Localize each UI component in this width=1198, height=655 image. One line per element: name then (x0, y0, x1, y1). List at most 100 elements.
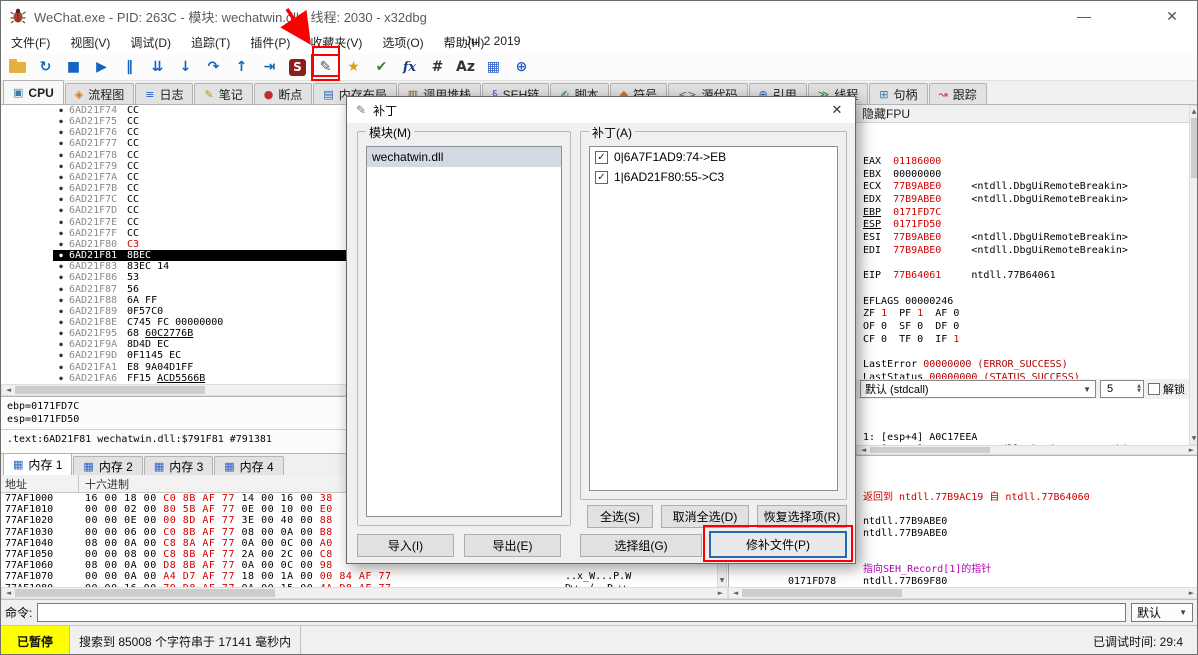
patch-dialog-titlebar[interactable]: ✎ 补丁 ✕ (347, 97, 855, 123)
patch-icon[interactable]: ✎ (313, 56, 338, 79)
breakpoint-dot[interactable]: ● (53, 261, 69, 272)
stack-row[interactable]: 0171FD78 00000000 (729, 564, 1197, 587)
breakpoint-dot[interactable]: ● (53, 306, 69, 317)
menu-favourites[interactable]: 收藏夹(V) (300, 31, 372, 54)
check-icon[interactable]: ✔ (369, 56, 394, 79)
tab-notes[interactable]: ✎ 笔记 (194, 83, 253, 104)
menu-view[interactable]: 视图(V) (60, 31, 120, 54)
command-combo[interactable]: 默认 ▼ (1131, 603, 1193, 622)
scroll-thumb[interactable] (15, 386, 205, 394)
arg-line[interactable]: 1: [esp+4] A0C17EEA (863, 432, 1189, 444)
open-file-icon[interactable] (5, 56, 30, 79)
tab-trace[interactable]: ↝ 跟踪 (928, 83, 987, 104)
menu-trace[interactable]: 追踪(T) (181, 31, 240, 54)
scroll-thumb[interactable] (1191, 118, 1197, 178)
scroll-right-icon[interactable]: ► (1185, 446, 1197, 454)
tab-dump-1[interactable]: ▦ 内存 1 (3, 453, 73, 475)
pause-icon[interactable]: ‖ (117, 56, 142, 79)
tab-dump-2[interactable]: ▦ 内存 2 (73, 456, 143, 475)
menu-file[interactable]: 文件(F) (1, 31, 60, 54)
tab-dump-3[interactable]: ▦ 内存 3 (143, 456, 214, 475)
tab-handles[interactable]: ⊞ 句柄 (869, 83, 928, 104)
dump-row[interactable]: 77AF1070 00 00 0A 00 A4 D7 AF 77 18 00 1… (1, 571, 728, 582)
stop-icon[interactable]: ■ (61, 56, 86, 79)
minimize-button[interactable]: — (1067, 1, 1101, 31)
stack-hscrollbar[interactable]: ◄ ► (728, 587, 1197, 599)
register-line[interactable]: EBP 0171FD7C (863, 207, 1189, 220)
step-over-icon[interactable]: ↷ (201, 56, 226, 79)
register-line[interactable]: EBX 00000000 (863, 169, 1189, 182)
command-input[interactable] (37, 603, 1126, 622)
tab-cpu[interactable]: ▣ CPU (3, 80, 64, 104)
breakpoint-dot[interactable]: ● (53, 138, 69, 149)
breakpoint-dot[interactable]: ● (53, 127, 69, 138)
scroll-right-icon[interactable]: ► (1185, 588, 1197, 598)
arg-count-stepper[interactable]: 5 ▲ ▼ (1100, 380, 1144, 398)
scroll-down-icon[interactable]: ▼ (718, 575, 726, 586)
breakpoint-dot[interactable]: ● (53, 328, 69, 339)
close-button[interactable]: ✕ (1155, 1, 1189, 31)
breakpoint-dot[interactable]: ● (53, 272, 69, 283)
patch-item[interactable]: ✓ 1|6AD21F80:55->C3 (590, 167, 837, 187)
scroll-right-icon[interactable]: ► (714, 588, 727, 598)
register-line[interactable] (863, 283, 1189, 296)
step-out-icon[interactable]: ↑ (229, 56, 254, 79)
calling-convention-select[interactable]: 默认 (stdcall) ▼ (860, 380, 1096, 398)
register-line[interactable]: EDX 77B9ABE0 <ntdll.DbgUiRemoteBreakin> (863, 194, 1189, 207)
stepper-arrows-icon[interactable]: ▲ ▼ (1137, 384, 1141, 394)
register-line[interactable]: EFLAGS 00000246 (863, 296, 1189, 309)
breakpoint-dot[interactable]: ● (53, 317, 69, 328)
restore-selection-button[interactable]: 恢复选择项(R) (757, 505, 847, 528)
breakpoint-dot[interactable]: ● (53, 362, 69, 373)
breakpoint-dot[interactable]: ● (53, 350, 69, 361)
select-group-button[interactable]: 选择组(G) (580, 534, 702, 557)
breakpoint-dot[interactable]: ● (53, 339, 69, 350)
register-line[interactable] (863, 346, 1189, 359)
register-line[interactable]: ZF 1 PF 1 AF 0 (863, 308, 1189, 321)
menu-options[interactable]: 选项(O) (372, 31, 433, 54)
breakpoint-dot[interactable]: ● (53, 228, 69, 239)
breakpoint-dot[interactable]: ● (53, 105, 69, 116)
register-line[interactable]: OF 0 SF 0 DF 0 (863, 321, 1189, 334)
register-line[interactable]: LastError 00000000 (ERROR_SUCCESS) (863, 359, 1189, 372)
register-line[interactable] (863, 258, 1189, 271)
dump-hscrollbar[interactable]: ◄ ► (1, 587, 728, 599)
step-into-icon[interactable]: ↓ (173, 56, 198, 79)
breakpoint-dot[interactable]: ● (53, 284, 69, 295)
breakpoint-dot[interactable]: ● (53, 239, 69, 250)
register-line[interactable]: EAX 01186000 (863, 156, 1189, 169)
tab-log[interactable]: ≡ 日志 (135, 83, 194, 104)
scroll-left-icon[interactable]: ◄ (2, 588, 15, 598)
breakpoint-dot[interactable]: ● (53, 205, 69, 216)
breakpoint-dot[interactable]: ● (53, 161, 69, 172)
breakpoint-dot[interactable]: ● (53, 373, 69, 384)
select-all-button[interactable]: 全选(S) (587, 505, 653, 528)
dialog-close-icon[interactable]: ✕ (819, 97, 855, 123)
breakpoint-dot[interactable]: ● (53, 194, 69, 205)
scylla-icon[interactable]: S (285, 56, 310, 79)
register-line[interactable]: ECX 77B9ABE0 <ntdll.DbgUiRemoteBreakin> (863, 181, 1189, 194)
tab-dump-4[interactable]: ▦ 内存 4 (214, 456, 284, 475)
patch-item[interactable]: ✓ 0|6A7F1AD9:74->EB (590, 147, 837, 167)
case-icon[interactable]: Az (453, 56, 478, 79)
scroll-left-icon[interactable]: ◄ (2, 385, 15, 395)
scroll-thumb[interactable] (15, 589, 275, 597)
breakpoint-dot[interactable]: ● (53, 150, 69, 161)
breakpoint-dot[interactable]: ● (53, 172, 69, 183)
memory-window-icon[interactable]: ▦ (481, 56, 506, 79)
checkbox-checked-icon[interactable]: ✓ (595, 150, 608, 164)
scroll-thumb[interactable] (870, 447, 990, 453)
export-button[interactable]: 导出(E) (464, 534, 561, 557)
scroll-down-icon[interactable]: ▼ (1190, 433, 1197, 444)
stack-row[interactable]: 0171FD7C 0171FD8C (729, 576, 1197, 587)
register-line[interactable]: ESP 0171FD50 (863, 219, 1189, 232)
restart-icon[interactable]: ↻ (33, 56, 58, 79)
globe-icon[interactable]: ⊕ (509, 56, 534, 79)
registers-vscrollbar[interactable]: ▲ ▼ (1189, 105, 1197, 445)
fx-icon[interactable]: fx (397, 56, 422, 79)
tab-breakpoints[interactable]: ● 断点 (253, 83, 313, 104)
tab-graph[interactable]: ◈ 流程图 (64, 83, 135, 104)
register-line[interactable]: EIP 77B64061 ntdll.77B64061 (863, 270, 1189, 283)
run-icon[interactable]: ▶ (89, 56, 114, 79)
breakpoint-dot[interactable]: ● (53, 295, 69, 306)
